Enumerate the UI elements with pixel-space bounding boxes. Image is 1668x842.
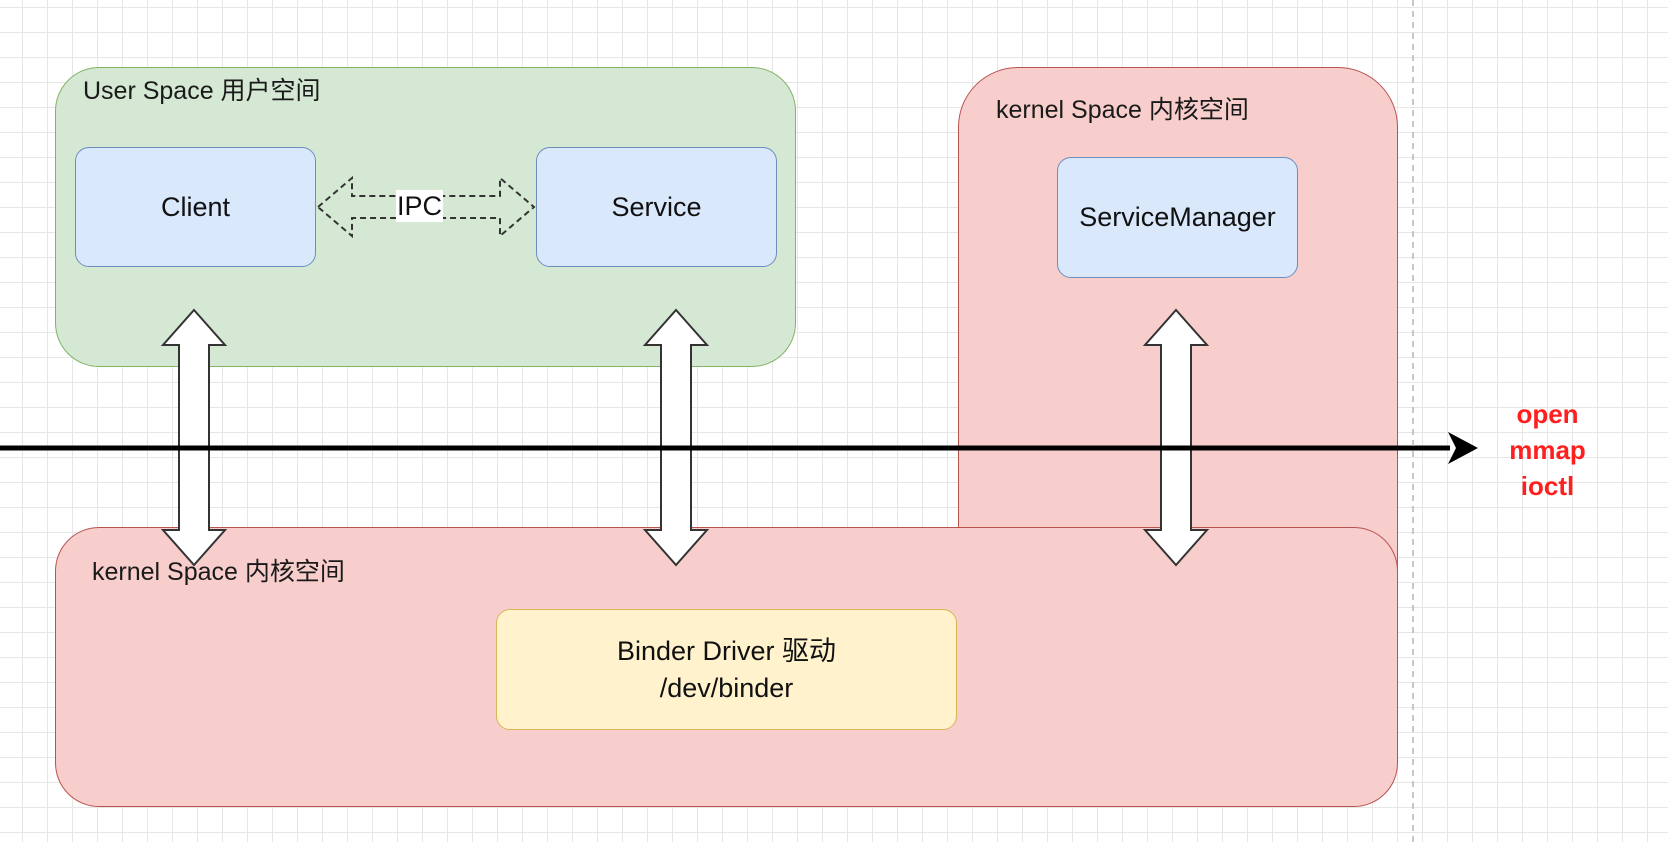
syscall-list: open mmap ioctl [1470,396,1625,504]
connectors-layer [0,0,1478,842]
service-binder-double-arrow [642,308,710,567]
syscall-open: open [1516,399,1579,429]
service-manager-binder-double-arrow [1142,308,1210,567]
syscall-mmap: mmap [1509,435,1586,465]
client-binder-double-arrow [160,308,228,567]
ipc-label: IPC [396,190,444,222]
syscall-ioctl: ioctl [1520,471,1575,501]
